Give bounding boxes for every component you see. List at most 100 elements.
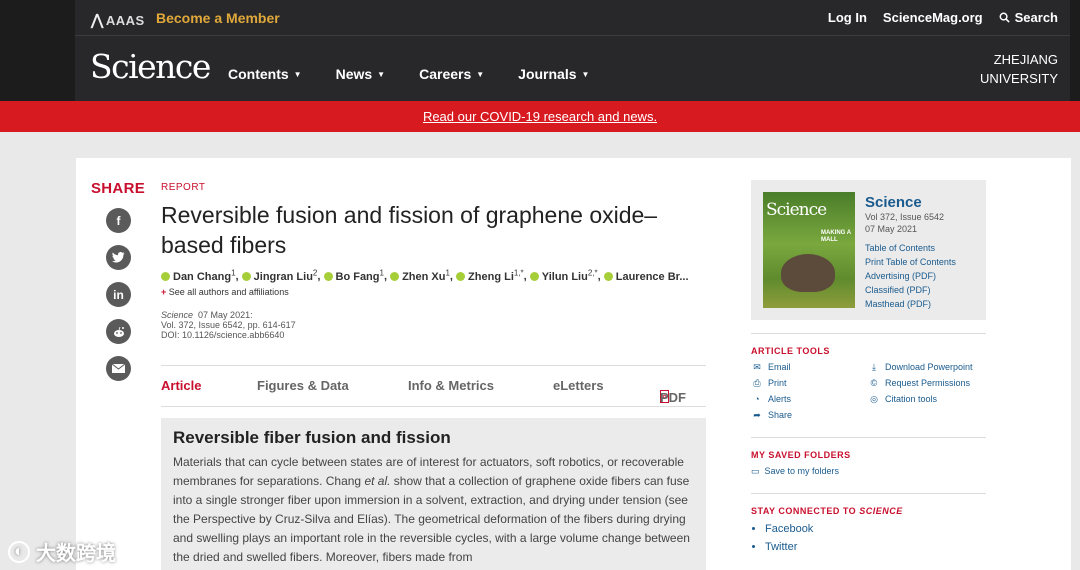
tool-label: Email: [768, 362, 791, 372]
author-affiliation: 1,*: [513, 268, 524, 277]
chevron-down-icon: ▼: [581, 70, 590, 79]
tab-figures-data[interactable]: Figures & Data: [257, 378, 349, 393]
issue-link[interactable]: Masthead (PDF): [865, 297, 956, 311]
author-item[interactable]: Zhen Xu1: [390, 268, 450, 283]
become-member-link[interactable]: Become a Member: [156, 10, 280, 26]
stay-connected-journal: SCIENCE: [859, 506, 903, 516]
social-links: Facebook Twitter: [751, 520, 986, 556]
article-tabs: Article Figures & Data Info & Metrics eL…: [161, 365, 706, 407]
nav-careers-label: Careers: [419, 66, 472, 82]
twitter-link[interactable]: Twitter: [765, 538, 986, 556]
sciencemag-link[interactable]: ScienceMag.org: [883, 10, 983, 25]
author-item[interactable]: Dan Chang1: [161, 268, 236, 283]
nav-journals[interactable]: Journals ▼: [518, 66, 589, 82]
author-name: Dan Chang: [173, 270, 232, 283]
facebook-link[interactable]: Facebook: [765, 520, 986, 538]
tab-info-metrics[interactable]: Info & Metrics: [408, 378, 494, 393]
share-icon: ➦: [753, 410, 761, 420]
author-affiliation: 1: [231, 268, 236, 277]
login-link[interactable]: Log In: [828, 10, 867, 25]
summary-heading: Reversible fiber fusion and fission: [173, 428, 451, 447]
article-tools-title: ARTICLE TOOLS: [751, 346, 830, 356]
tab-pdf-label: PDF: [660, 390, 686, 405]
issue-links: Table of Contents Print Table of Content…: [865, 241, 956, 311]
tab-eletters[interactable]: eLetters: [553, 378, 604, 393]
header-left-margin: [0, 0, 75, 101]
citation-block: Science 07 May 2021: Vol. 372, Issue 654…: [161, 310, 296, 340]
issue-cover-image[interactable]: Science MAKING A MALL: [763, 192, 855, 308]
see-all-authors-link[interactable]: + See all authors and affiliations: [161, 287, 289, 297]
tool-request-permissions[interactable]: © Request Permissions: [868, 377, 986, 390]
top-links: Log In ScienceMag.org Search: [828, 10, 1058, 25]
author-item[interactable]: Jingran Liu2: [241, 268, 317, 283]
issue-journal[interactable]: Science: [865, 194, 956, 211]
nav-contents[interactable]: Contents ▼: [228, 66, 302, 82]
aaas-label: AAAS: [105, 13, 145, 28]
tool-email[interactable]: ✉ Email: [751, 361, 868, 374]
main-nav: Contents ▼ News ▼ Careers ▼ Journals ▼: [228, 66, 589, 82]
save-to-folders-link[interactable]: ▭ Save to my folders: [751, 466, 986, 477]
tab-article[interactable]: Article: [161, 378, 201, 393]
author-item[interactable]: Bo Fang1: [323, 268, 384, 283]
tool-citation[interactable]: ◎ Citation tools: [868, 393, 986, 406]
tool-print[interactable]: ⎙ Print: [751, 377, 868, 390]
tool-label: Alerts: [768, 394, 792, 404]
author-name: Laurence Br...: [615, 270, 689, 283]
nav-news[interactable]: News ▼: [336, 66, 386, 82]
cite-icon: ◎: [870, 394, 878, 404]
tool-label: Share: [768, 410, 793, 420]
science-logo[interactable]: Science: [90, 47, 211, 86]
twitter-icon[interactable]: [106, 245, 131, 270]
institution-name: ZHEJIANG UNIVERSITY: [980, 50, 1058, 88]
issue-link[interactable]: Print Table of Contents: [865, 255, 956, 269]
search-button[interactable]: Search: [999, 10, 1058, 25]
covid-link[interactable]: Read our COVID-19 research and news.: [423, 109, 657, 124]
author-item[interactable]: Zheng Li1,*: [456, 268, 524, 283]
linkedin-icon[interactable]: in: [106, 282, 131, 307]
nav-careers[interactable]: Careers ▼: [419, 66, 484, 82]
issue-link[interactable]: Table of Contents: [865, 241, 956, 255]
author-affiliation: 1: [379, 268, 384, 277]
article-tools: ARTICLE TOOLS ✉ Email ⤓ Download Powerpoin…: [751, 333, 986, 431]
issue-card: Science MAKING A MALL Science Vol 372, I…: [751, 180, 986, 320]
author-item[interactable]: Yilun Liu2,*: [529, 268, 598, 283]
tool-alerts[interactable]: ◔ Alerts: [751, 393, 868, 406]
twitter-bird-glyph: [112, 252, 125, 263]
issue-link[interactable]: Classified (PDF): [865, 283, 956, 297]
aaas-logo[interactable]: ⋀ AAAS: [91, 11, 145, 29]
author-item[interactable]: Laurence Br...: [603, 270, 689, 283]
article-title: Reversible fusion and fission of graphen…: [161, 202, 658, 258]
article-type: REPORT: [161, 182, 206, 193]
watermark: ◐ 大数跨境: [8, 537, 116, 566]
editor-summary: Reversible fiber fusion and fission Mate…: [161, 418, 706, 570]
issue-link[interactable]: Advertising (PDF): [865, 269, 956, 283]
stay-connected-prefix: STAY CONNECTED TO: [751, 506, 860, 516]
folder-icon: ▭: [751, 466, 760, 476]
cover-animal-illustration: [781, 254, 835, 292]
author-name: Jingran Liu: [253, 270, 313, 283]
stay-connected: STAY CONNECTED TO SCIENCE Facebook Twitt…: [751, 493, 986, 568]
search-icon: [999, 12, 1010, 23]
orcid-icon: [390, 271, 400, 281]
email-icon[interactable]: [106, 356, 131, 381]
orcid-icon: [456, 271, 466, 281]
share-heading: SHARE: [91, 180, 146, 197]
article-panel: SHARE f in REPORT Reversible fusion and …: [76, 158, 1071, 570]
reddit-icon[interactable]: [106, 319, 131, 344]
stay-connected-title: STAY CONNECTED TO SCIENCE: [751, 506, 986, 516]
author-name: Yilun Liu: [541, 270, 588, 283]
tool-label: Download Powerpoint: [885, 362, 973, 372]
tool-download-powerpoint[interactable]: ⤓ Download Powerpoint: [868, 361, 986, 374]
chevron-down-icon: ▼: [476, 70, 485, 79]
tool-share[interactable]: ➦ Share: [751, 409, 868, 422]
facebook-icon[interactable]: f: [106, 208, 131, 233]
author-name: Zheng Li: [468, 270, 514, 283]
orcid-icon: [241, 271, 251, 281]
tool-label: Citation tools: [885, 394, 938, 404]
article-tools-list: ✉ Email ⤓ Download Powerpoint ⎙ Print © Requ…: [751, 361, 986, 422]
tool-label: Request Permissions: [885, 378, 971, 388]
aaas-mark-icon: ⋀: [91, 12, 104, 29]
bell-icon: ◔: [754, 394, 760, 404]
citation-doi[interactable]: DOI: 10.1126/science.abb6640: [161, 330, 296, 340]
print-icon: ⎙: [753, 378, 761, 388]
